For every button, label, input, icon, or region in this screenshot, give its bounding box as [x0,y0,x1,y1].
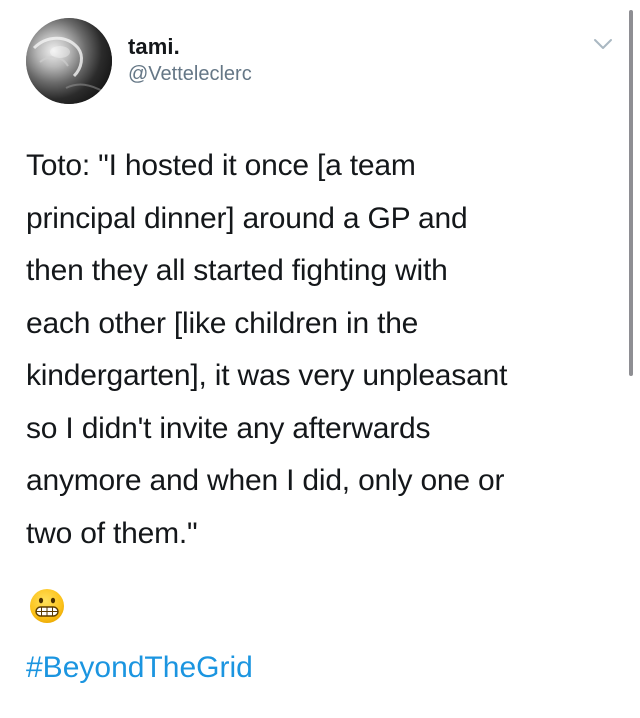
tweet-card: tami. @Vetteleclerc Toto: "I hosted it o… [0,0,640,718]
user-handle[interactable]: @Vetteleclerc [128,63,252,86]
chevron-down-icon [594,39,612,49]
avatar-image [26,18,112,104]
display-name[interactable]: tami. [128,34,180,60]
tweet-text: Toto: "I hosted it once [a team principa… [26,149,508,550]
more-options-button[interactable] [592,36,614,52]
grimacing-face-emoji-icon [29,588,65,624]
scrollbar[interactable] [629,10,633,376]
hashtag-link[interactable]: #BeyondTheGrid [26,651,253,685]
avatar[interactable] [26,18,112,104]
